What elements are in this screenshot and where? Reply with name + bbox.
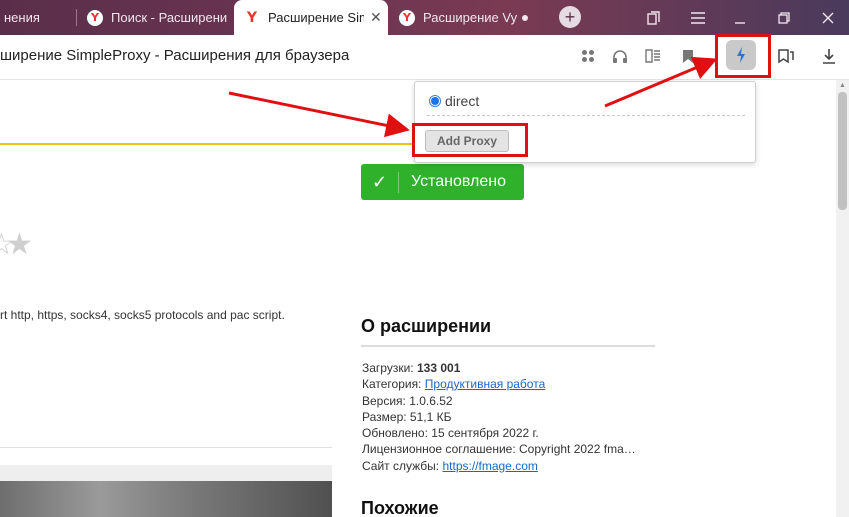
annotation-arrows: [228, 56, 718, 138]
arrow-to-add-proxy: [228, 91, 410, 138]
arrow-to-extension: [604, 56, 718, 108]
